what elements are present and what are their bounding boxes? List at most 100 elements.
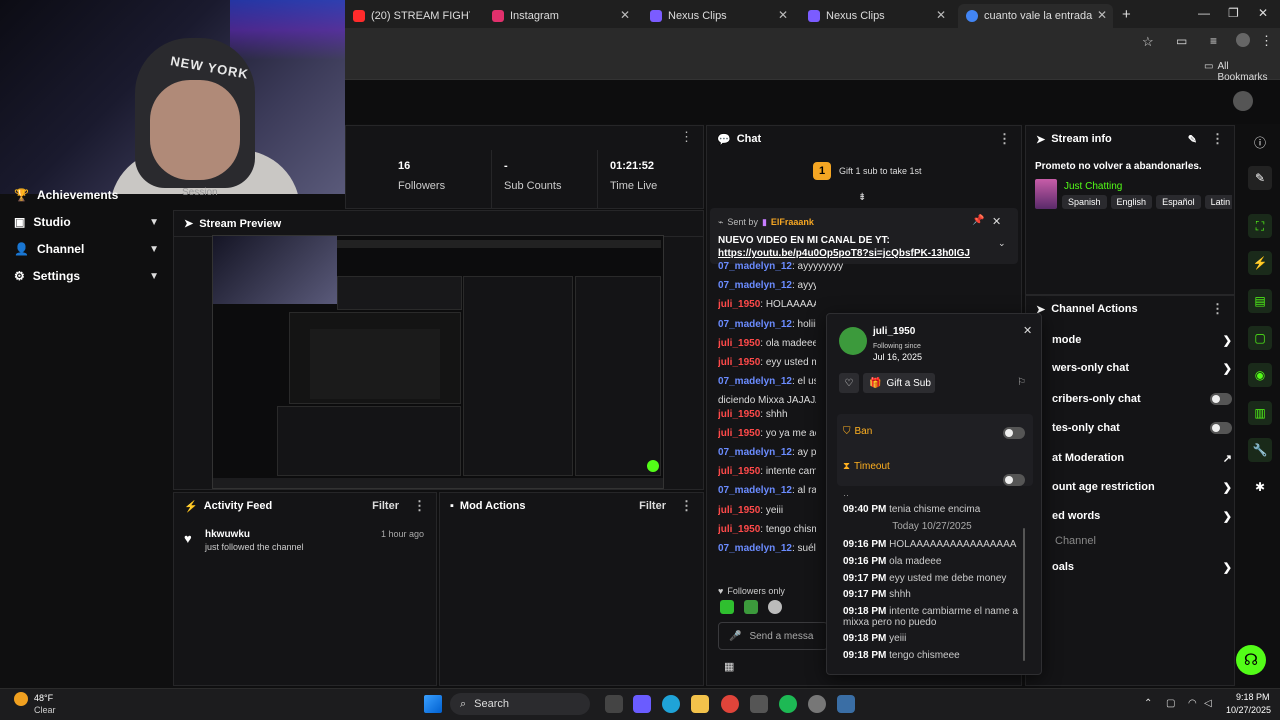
tray-icon[interactable]: ▢ xyxy=(1166,698,1175,709)
chevron-down-icon[interactable]: ⌄ xyxy=(998,238,1006,249)
close-icon[interactable]: ✕ xyxy=(778,8,788,22)
task-view-icon[interactable] xyxy=(605,695,623,713)
chat-message[interactable]: 07_madelyn_12: holiiiii r xyxy=(718,319,816,330)
fullscreen-icon[interactable]: ⛶ xyxy=(1248,214,1272,238)
store-icon[interactable]: ▦ xyxy=(724,660,734,673)
chat-message[interactable]: 07_madelyn_12: suéltalo xyxy=(718,543,816,554)
edge-icon[interactable] xyxy=(662,695,680,713)
more-options-icon[interactable]: ⋮ xyxy=(413,498,426,514)
pinned-link[interactable]: https://youtu.be/p4u0Op5poT8?si=jcQbsfPK… xyxy=(718,248,970,259)
emote-icon[interactable] xyxy=(744,600,758,614)
browser-tab-3[interactable]: Nexus Clips ✕ xyxy=(642,4,794,28)
maximize-icon[interactable]: ❐ xyxy=(1228,6,1239,20)
new-tab-button[interactable]: + xyxy=(1122,6,1131,23)
broadcast-icon[interactable]: ◉ xyxy=(1248,363,1272,387)
chat-message[interactable]: juli_1950: ola madeee xyxy=(718,338,816,349)
timeout-toggle[interactable] xyxy=(1003,474,1025,486)
pinned-message[interactable]: ⌁ Sent by ▮ ElFraaank 📌 ✕ NUEVO VIDEO EN MI… xyxy=(710,208,1018,264)
category-name[interactable]: Just Chatting xyxy=(1064,181,1122,192)
edit-icon[interactable]: ✎ xyxy=(1248,166,1272,190)
follow-heart-button[interactable]: ♡ xyxy=(839,373,859,393)
wifi-icon[interactable]: ◠ xyxy=(1188,698,1197,709)
chat-message[interactable]: juli_1950: HOLAAAAAAAAAAAAAA xyxy=(718,299,816,310)
channel-action-item[interactable]: mode ❯ xyxy=(1052,330,1232,350)
unpin-icon[interactable]: 📌 xyxy=(972,215,984,226)
channel-action-item[interactable]: wers-only chat ❯ xyxy=(1052,358,1232,378)
chat-username[interactable]: juli_1950 xyxy=(718,505,760,516)
sidebar-item-channel[interactable]: 👤 Channel ▼ xyxy=(14,238,159,260)
chat-username[interactable]: juli_1950 xyxy=(718,338,760,349)
channel-action-item[interactable]: at Moderation ↗ xyxy=(1052,448,1232,468)
chat-bubble-icon[interactable]: ▢ xyxy=(1248,326,1272,350)
chat-message[interactable]: juli_1950: yeiii xyxy=(718,505,816,516)
clipboard-icon[interactable]: ▤ xyxy=(1248,289,1272,313)
chat-message[interactable]: juli_1950: intente cambi xyxy=(718,466,816,477)
chat-username[interactable]: 07_madelyn_12 xyxy=(718,376,792,387)
close-icon[interactable]: ✕ xyxy=(1097,8,1107,22)
chat-username[interactable]: 07_madelyn_12 xyxy=(718,485,792,496)
toggle-switch[interactable] xyxy=(1210,422,1232,434)
browser-tab-4[interactable]: Nexus Clips ✕ xyxy=(800,4,952,28)
close-icon[interactable]: ✕ xyxy=(620,8,630,22)
copilot-icon[interactable] xyxy=(633,695,651,713)
window-close-icon[interactable]: ✕ xyxy=(1258,6,1268,20)
close-icon[interactable]: ✕ xyxy=(936,8,946,22)
tab-search-icon[interactable]: ≡ xyxy=(1210,34,1217,48)
file-explorer-icon[interactable] xyxy=(691,695,709,713)
activity-user[interactable]: hkwuwku xyxy=(205,529,250,540)
more-options-icon[interactable]: ⋮ xyxy=(998,131,1011,147)
minimize-icon[interactable]: — xyxy=(1198,6,1210,20)
activity-filter-button[interactable]: Filter xyxy=(372,500,399,512)
chat-message[interactable]: diciendo Mixxa JAJAJA xyxy=(718,395,816,406)
chat-username[interactable]: juli_1950 xyxy=(718,357,760,368)
chat-message[interactable]: 07_madelyn_12: ayyy váyanse a la verga xyxy=(718,280,816,291)
chat-username[interactable]: 07_madelyn_12 xyxy=(718,319,792,330)
wrench-icon[interactable]: 🔧 xyxy=(1248,438,1272,462)
chat-username[interactable]: juli_1950 xyxy=(718,524,760,535)
volume-icon[interactable]: ◁ xyxy=(1204,698,1212,709)
close-icon[interactable]: ✕ xyxy=(992,215,1001,228)
chat-input[interactable]: 🎤 Send a messa xyxy=(718,622,828,650)
ban-toggle[interactable] xyxy=(1003,427,1025,439)
browser-tab-1[interactable]: (20) STREAM FIGHTERS 4 - EL D xyxy=(345,4,470,28)
info-icon[interactable]: ⓘ xyxy=(1248,130,1272,154)
gift-sub-button[interactable]: 🎁 Gift a Sub xyxy=(863,373,935,393)
weather-temp[interactable]: 48°F xyxy=(34,693,53,703)
tag-chip[interactable]: Latin xyxy=(1204,195,1232,209)
more-options-icon[interactable]: ⋮ xyxy=(1211,301,1224,317)
chat-message[interactable]: 07_madelyn_12: el usua xyxy=(718,376,816,387)
user-avatar[interactable] xyxy=(1233,91,1253,111)
report-icon[interactable]: ⚐ xyxy=(1017,377,1026,388)
chat-message[interactable]: juli_1950: yo ya me acos xyxy=(718,428,816,439)
taskbar-search[interactable]: ⌕ Search xyxy=(450,693,590,715)
browser-menu-icon[interactable]: ⋮ xyxy=(1260,33,1273,49)
chat-message[interactable]: 07_madelyn_12: ay perd xyxy=(718,447,816,458)
bookmark-star-icon[interactable]: ☆ xyxy=(1142,34,1154,50)
channel-action-item[interactable]: Channel xyxy=(1055,531,1235,551)
gift-banner[interactable]: Gift 1 sub to take 1st xyxy=(839,166,922,176)
windows-start-icon[interactable] xyxy=(424,695,442,713)
chrome-icon[interactable] xyxy=(721,695,739,713)
edit-icon[interactable]: ✎ xyxy=(1188,133,1197,146)
puzzle-icon[interactable]: ✱ xyxy=(1248,475,1272,499)
chat-message[interactable]: 07_madelyn_12: ayyyyyyyy xyxy=(718,261,1008,272)
browser-tab-5[interactable]: cuanto vale la entrada a stream✕ xyxy=(958,4,1113,28)
browser-tab-2[interactable]: Instagram ✕ xyxy=(484,4,636,28)
clock-time[interactable]: 9:18 PM xyxy=(1236,692,1270,702)
tag-chip[interactable]: Spanish xyxy=(1062,195,1107,209)
chevron-up-icon[interactable]: ⌃ xyxy=(1144,698,1152,709)
emote-icon[interactable] xyxy=(720,600,734,614)
tag-chip[interactable]: Español xyxy=(1156,195,1201,209)
chat-message[interactable]: juli_1950: shhh xyxy=(718,409,816,420)
chat-username[interactable]: juli_1950 xyxy=(718,428,760,439)
close-icon[interactable]: ✕ xyxy=(1023,324,1032,337)
chat-message[interactable]: juli_1950: tengo chisme xyxy=(718,524,816,535)
chat-username[interactable]: 07_madelyn_12 xyxy=(718,447,792,458)
cast-icon[interactable]: ▭ xyxy=(1176,34,1187,48)
channel-action-item[interactable]: ount age restriction ❯ xyxy=(1052,477,1232,497)
sidebar-item-settings[interactable]: ⚙ Settings ▼ xyxy=(14,265,159,287)
chat-username[interactable]: juli_1950 xyxy=(718,466,760,477)
chat-username[interactable]: 07_madelyn_12 xyxy=(718,261,792,272)
tag-chip[interactable]: English xyxy=(1110,195,1153,209)
sidebar-item-achievements[interactable]: 🏆 Achievements xyxy=(14,186,159,204)
